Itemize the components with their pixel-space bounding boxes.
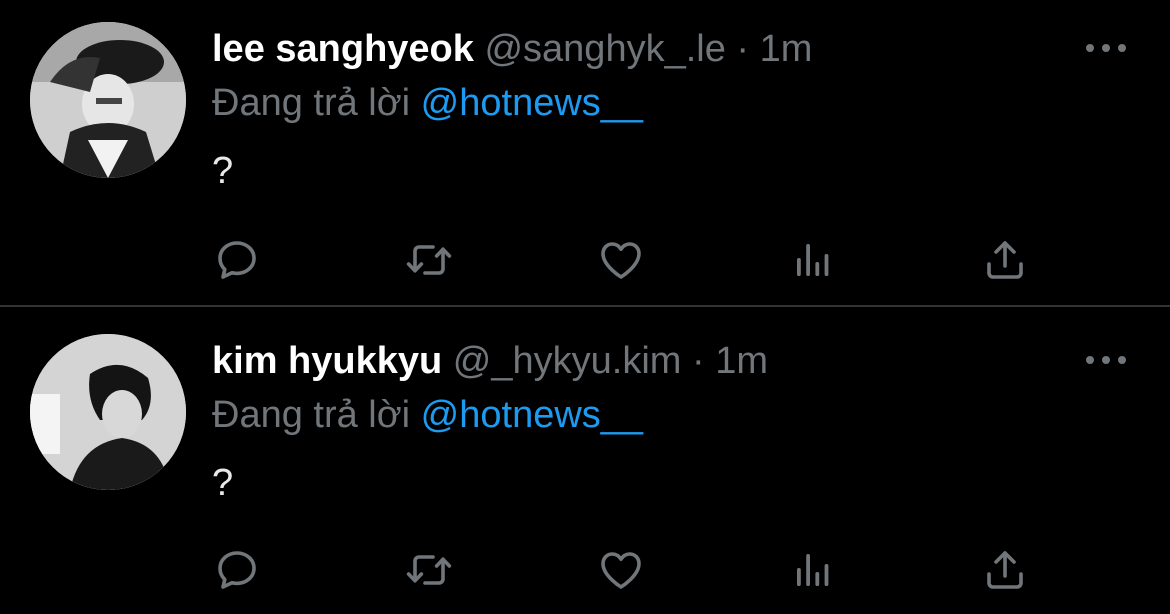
- views-bar-chart-icon[interactable]: [785, 542, 841, 598]
- tweet-item[interactable]: lee sanghyeok @sanghyk_.le · 1m Đang trả…: [0, 0, 1170, 306]
- mention-link[interactable]: @hotnews__: [421, 82, 643, 124]
- replying-to-label: Đang trả lời: [212, 394, 411, 436]
- separator-dot: ·: [736, 28, 750, 70]
- tweet-header: lee sanghyeok @sanghyk_.le · 1m: [212, 26, 812, 72]
- tweet-text: ?: [212, 150, 234, 192]
- avatar[interactable]: [30, 334, 186, 490]
- tweet-actions: [0, 232, 1170, 292]
- retweet-icon[interactable]: [401, 232, 457, 288]
- timestamp[interactable]: 1m: [760, 28, 813, 70]
- separator-dot: ·: [691, 340, 705, 382]
- share-icon[interactable]: [977, 542, 1033, 598]
- timestamp[interactable]: 1m: [715, 340, 768, 382]
- views-bar-chart-icon[interactable]: [785, 232, 841, 288]
- mention-link[interactable]: @hotnews__: [421, 394, 643, 436]
- replying-to-label: Đang trả lời: [212, 82, 411, 124]
- tweet-text: ?: [212, 462, 234, 504]
- retweet-icon[interactable]: [401, 542, 457, 598]
- like-heart-icon[interactable]: [593, 232, 649, 288]
- reply-icon[interactable]: [209, 232, 265, 288]
- replying-to-line: Đang trả lời @hotnews__: [212, 80, 643, 126]
- display-name[interactable]: lee sanghyeok: [212, 28, 474, 70]
- avatar[interactable]: [30, 22, 186, 178]
- tweet-item[interactable]: kim hyukkyu @_hykyu.kim · 1m Đang trả lờ…: [0, 308, 1170, 614]
- user-handle[interactable]: @_hykyu.kim: [453, 340, 682, 382]
- display-name[interactable]: kim hyukkyu: [212, 340, 442, 382]
- user-handle[interactable]: @sanghyk_.le: [484, 28, 725, 70]
- tweet-divider: [0, 305, 1170, 307]
- replying-to-line: Đang trả lời @hotnews__: [212, 392, 643, 438]
- tweet-feed: lee sanghyeok @sanghyk_.le · 1m Đang trả…: [0, 0, 1170, 614]
- like-heart-icon[interactable]: [593, 542, 649, 598]
- more-options-icon[interactable]: [1086, 348, 1126, 372]
- tweet-header: kim hyukkyu @_hykyu.kim · 1m: [212, 338, 768, 384]
- more-options-icon[interactable]: [1086, 36, 1126, 60]
- tweet-actions: [0, 542, 1170, 602]
- share-icon[interactable]: [977, 232, 1033, 288]
- reply-icon[interactable]: [209, 542, 265, 598]
